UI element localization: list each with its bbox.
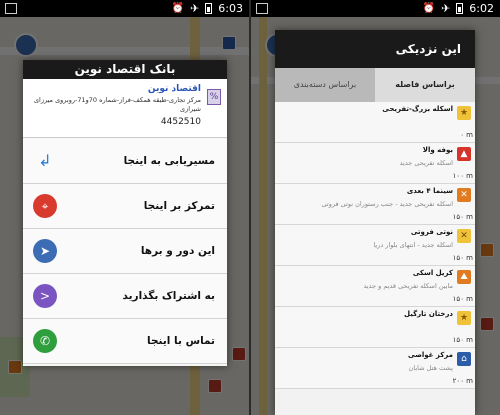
alarm-icon: ⏰ bbox=[422, 3, 436, 14]
action-label: تماس با اینجا bbox=[147, 335, 215, 347]
item-desc: اسکله تفریحی جدید - جنب رستوران نوتی فرو… bbox=[321, 200, 453, 208]
item-desc: پشت هتل شایان bbox=[408, 364, 453, 372]
item-name: کریل اسکی bbox=[412, 269, 453, 277]
call-button[interactable]: تماس با اینجا ✆ bbox=[23, 319, 227, 364]
item-name: سینما ۴ بعدی bbox=[406, 187, 453, 195]
cinema-icon: ✕ bbox=[457, 188, 471, 202]
tab-by-distance[interactable]: براساس فاصله bbox=[375, 68, 475, 102]
star-icon: ★ bbox=[457, 311, 471, 325]
status-bar: ⏰ ✈ 6:02 bbox=[251, 0, 500, 17]
place-address: مرکز تجاری-طبقه همکف-فراز-شماره 70و71-رو… bbox=[33, 96, 201, 113]
route-here-button[interactable]: مسیریابی به اینجا ↲ bbox=[23, 139, 227, 184]
item-distance: ۱۵۰ m bbox=[452, 295, 473, 303]
sort-tabs: براساس دسته‌بندی براساس فاصله bbox=[275, 68, 475, 103]
left-screen: ⏰ ✈ 6:03 بانک اقتصاد نوین % اقتصاد نوین … bbox=[0, 0, 249, 415]
place-phone: 4452510 bbox=[160, 117, 201, 127]
place-name: اقتصاد نوین bbox=[147, 84, 201, 94]
hotel-icon: ⌂ bbox=[457, 352, 471, 366]
item-distance: ۲۰۰ m bbox=[452, 377, 473, 385]
action-label: مسیریابی به اینجا bbox=[123, 155, 215, 167]
nearby-panel: این نزدیکی براساس دسته‌بندی براساس فاصله… bbox=[275, 30, 475, 415]
place-info: % اقتصاد نوین مرکز تجاری-طبقه همکف-فراز-… bbox=[23, 79, 227, 138]
item-name: نوتی فروتی bbox=[410, 228, 453, 236]
status-time: 6:02 bbox=[469, 2, 494, 15]
notification-image-icon bbox=[5, 3, 17, 14]
list-item[interactable]: ★ درختان تارگیل ۱۵۰ m bbox=[275, 307, 475, 348]
nearby-list: ★ اسکله بزرگ-تفریحی ۰ m ▲ بوفه والا اسکل… bbox=[275, 102, 475, 415]
route-arrow-icon: ↲ bbox=[38, 151, 52, 170]
status-time: 6:03 bbox=[218, 2, 243, 15]
list-item[interactable]: ▲ بوفه والا اسکله تفریحی جدید ۱۰۰ m bbox=[275, 143, 475, 184]
panel-title: این نزدیکی bbox=[275, 30, 475, 68]
item-desc: مابین اسکله تفریحی قدیم و جدید bbox=[363, 282, 453, 290]
battery-icon bbox=[205, 3, 213, 14]
center-here-button[interactable]: تمرکز بر اینجا ⌖ bbox=[23, 184, 227, 229]
place-dialog: بانک اقتصاد نوین % اقتصاد نوین مرکز تجار… bbox=[23, 60, 227, 366]
status-bar: ⏰ ✈ 6:03 bbox=[0, 0, 249, 17]
item-distance: ۱۵۰ m bbox=[452, 213, 473, 221]
bank-icon: % bbox=[207, 89, 221, 105]
airplane-mode-icon: ✈ bbox=[441, 2, 451, 15]
phone-call-icon: ✆ bbox=[33, 329, 57, 353]
action-label: به اشتراک بگذارید bbox=[122, 290, 215, 302]
item-name: مرکز غواصی bbox=[408, 351, 453, 359]
nearby-button[interactable]: این دور و برها ➤ bbox=[23, 229, 227, 274]
nearby-compass-icon: ➤ bbox=[33, 239, 57, 263]
item-name: اسکله بزرگ-تفریحی bbox=[382, 105, 453, 113]
item-desc: اسکله تفریحی جدید bbox=[399, 159, 453, 167]
list-item[interactable]: ✕ سینما ۴ بعدی اسکله تفریحی جدید - جنب ر… bbox=[275, 184, 475, 225]
item-distance: ۱۵۰ m bbox=[452, 336, 473, 344]
crosshair-icon: ⌖ bbox=[33, 194, 57, 218]
list-item[interactable]: ★ اسکله بزرگ-تفریحی ۰ m bbox=[275, 102, 475, 143]
star-icon: ★ bbox=[457, 106, 471, 120]
item-name: درختان تارگیل bbox=[403, 310, 453, 318]
notification-image-icon bbox=[256, 3, 268, 14]
action-label: این دور و برها bbox=[140, 245, 215, 257]
list-item[interactable]: ✕ نوتی فروتی اسکله جدید - انتهای بلوار د… bbox=[275, 225, 475, 266]
item-name: بوفه والا bbox=[422, 146, 453, 154]
action-label: تمرکز بر اینجا bbox=[143, 200, 215, 212]
item-distance: ۱۵۰ m bbox=[452, 254, 473, 262]
airplane-mode-icon: ✈ bbox=[190, 2, 200, 15]
right-screen: ⏰ ✈ 6:02 این نزدیکی براساس دسته‌بندی برا… bbox=[251, 0, 500, 415]
battery-icon bbox=[456, 3, 464, 14]
list-item[interactable]: ⛰ کریل اسکی مابین اسکله تفریحی قدیم و جد… bbox=[275, 266, 475, 307]
item-distance: ۱۰۰ m bbox=[452, 172, 473, 180]
list-item[interactable]: ⌂ مرکز غواصی پشت هتل شایان ۲۰۰ m bbox=[275, 348, 475, 389]
food-icon: ▲ bbox=[457, 147, 471, 161]
dialog-title: بانک اقتصاد نوین bbox=[23, 60, 227, 79]
restaurant-icon: ✕ bbox=[457, 229, 471, 243]
tab-by-category[interactable]: براساس دسته‌بندی bbox=[275, 68, 375, 102]
item-desc: اسکله جدید - انتهای بلوار دریا bbox=[373, 241, 453, 249]
alarm-icon: ⏰ bbox=[171, 3, 185, 14]
item-distance: ۰ m bbox=[460, 131, 473, 139]
share-icon: < bbox=[33, 284, 57, 308]
rock-icon: ⛰ bbox=[457, 270, 471, 284]
share-button[interactable]: به اشتراک بگذارید < bbox=[23, 274, 227, 319]
action-list: مسیریابی به اینجا ↲ تمرکز بر اینجا ⌖ این… bbox=[23, 139, 227, 364]
